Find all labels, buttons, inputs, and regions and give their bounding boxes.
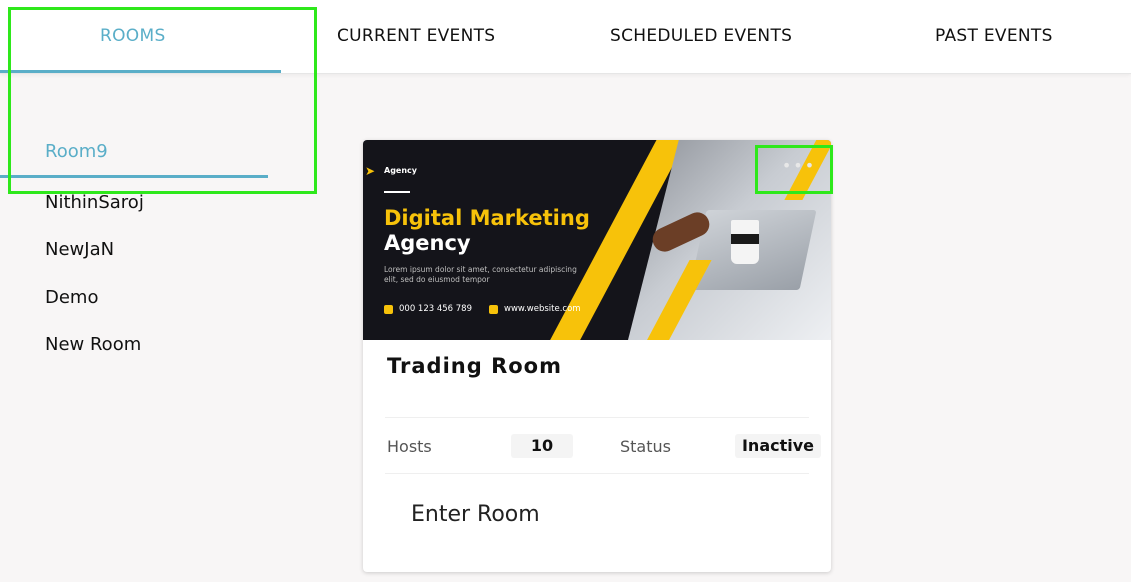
tab-scheduled-events[interactable]: SCHEDULED EVENTS xyxy=(610,26,792,46)
top-tab-bar: ROOMS CURRENT EVENTS SCHEDULED EVENTS PA… xyxy=(0,0,1131,74)
banner-website: www.website.com xyxy=(489,304,581,314)
room-item-new-room[interactable]: New Room xyxy=(45,334,141,355)
room-item-nithinsaroj[interactable]: NithinSaroj xyxy=(45,192,144,213)
active-tab-indicator xyxy=(0,70,281,73)
hosts-value: 10 xyxy=(511,434,573,458)
banner-phone-text: 000 123 456 789 xyxy=(399,304,473,314)
active-room-indicator xyxy=(0,175,268,178)
banner-website-text: www.website.com xyxy=(504,304,581,314)
banner-title-line2: Agency xyxy=(384,231,471,255)
room-item-demo[interactable]: Demo xyxy=(45,287,98,308)
banner-agency-label: Agency xyxy=(384,166,417,175)
enter-room-button[interactable]: Enter Room xyxy=(411,502,540,527)
banner-divider xyxy=(384,191,410,193)
coffee-cup-graphic xyxy=(731,220,759,264)
room-item-room9[interactable]: Room9 xyxy=(45,141,108,162)
divider xyxy=(385,473,809,474)
banner-body-text: Lorem ipsum dolor sit amet, consectetur … xyxy=(384,265,577,284)
tab-past-events[interactable]: PAST EVENTS xyxy=(935,26,1053,46)
hosts-label: Hosts xyxy=(387,437,432,456)
tab-rooms[interactable]: ROOMS xyxy=(100,26,166,46)
banner-phone: 000 123 456 789 xyxy=(384,304,472,314)
room-item-newjan[interactable]: NewJaN xyxy=(45,239,114,260)
divider xyxy=(385,417,809,418)
status-label: Status xyxy=(620,437,671,456)
banner-title-line1: Digital Marketing xyxy=(384,206,590,230)
more-dots-icon[interactable]: ••• xyxy=(781,158,817,174)
room-card-title: Trading Room xyxy=(387,354,562,378)
tab-current-events[interactable]: CURRENT EVENTS xyxy=(337,26,495,46)
status-value: Inactive xyxy=(735,434,821,458)
room-banner-image: ➤ Agency Digital Marketing Agency Lorem … xyxy=(363,140,831,340)
room-card: ➤ Agency Digital Marketing Agency Lorem … xyxy=(363,140,831,572)
phone-icon xyxy=(384,304,393,314)
pencil-icon xyxy=(489,304,498,314)
paper-plane-icon: ➤ xyxy=(365,164,376,178)
